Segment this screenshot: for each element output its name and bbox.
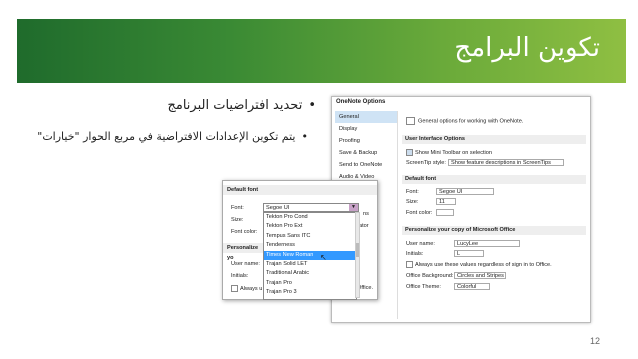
page-number: 12 (589, 336, 600, 346)
screentip-label: ScreenTip style: (406, 160, 446, 166)
mini-toolbar-option[interactable]: Show Mini Toolbar on selection (406, 149, 492, 156)
slide-title: تكوين البرامج (454, 33, 600, 63)
dialog-title: OneNote Options (336, 99, 386, 105)
font-value: Segoe UI (439, 189, 463, 195)
popup-initials-label: Initials: (231, 273, 249, 279)
popup-font-label: Font: (231, 205, 244, 211)
size-select[interactable]: 11 (436, 198, 456, 205)
sidebar-item-send-to-onenote[interactable]: Send to OneNote (335, 159, 397, 171)
theme-select[interactable]: Colorful (454, 283, 490, 290)
background-select[interactable]: Circles and Stripes (454, 272, 506, 279)
font-option[interactable]: Trajan Pro 3 (264, 288, 356, 297)
popup-always-label: Always u (240, 285, 263, 292)
font-color-button[interactable] (436, 209, 454, 216)
dropdown-scrollbar[interactable] (355, 212, 360, 298)
initials-input[interactable]: L (454, 250, 484, 257)
font-option[interactable]: Traditional Arabic (264, 269, 356, 278)
bullet-dot-icon: • (308, 98, 316, 113)
popup-always-checkbox[interactable] (231, 285, 238, 292)
settings-icon (406, 117, 415, 125)
always-use-option[interactable]: Always use these values regardless of si… (406, 261, 552, 268)
size-label: Size: (406, 199, 419, 205)
title-banner: تكوين البرامج (17, 19, 626, 83)
sidebar-item-general[interactable]: General (335, 111, 397, 123)
font-dropdown-list: Tekton Pro Cond Tekton Pro Ext Tempus Sa… (263, 212, 357, 300)
popup-personalize-header: Personalize yo (223, 243, 263, 261)
popup-default-font-header: Default font (223, 185, 377, 195)
always-use-label: Always use these values regardless of si… (415, 261, 552, 268)
theme-label: Office Theme: (406, 284, 441, 290)
popup-font-value: Segoe UI (266, 205, 290, 211)
bullet-1-text: تحديد افتراضيات البرنامج (167, 98, 303, 113)
popup-always-option[interactable]: Always u (231, 285, 262, 292)
background-label: Office Background: (406, 273, 454, 279)
screentip-value: Show feature descriptions in ScreenTips (451, 160, 551, 166)
initials-label: Initials: (406, 251, 424, 257)
popup-font-color-label: Font color: (231, 229, 258, 235)
font-option[interactable]: Tekton Pro Ext (264, 222, 356, 231)
options-main: General options for working with OneNote… (402, 111, 586, 319)
chevron-down-icon[interactable]: ▼ (349, 204, 358, 211)
mini-toolbar-checkbox[interactable] (406, 149, 413, 156)
personalize-header: Personalize your copy of Microsoft Offic… (402, 226, 586, 235)
theme-value: Colorful (457, 284, 477, 290)
bullet-dot-icon: • (301, 130, 309, 143)
bullet-1: • تحديد افتراضيات البرنامج (167, 98, 316, 113)
intro-text: General options for working with OneNote… (418, 118, 524, 125)
sidebar-item-save-backup[interactable]: Save & Backup (335, 147, 397, 159)
partial-text-2: ator (359, 223, 369, 229)
font-label: Font: (406, 189, 419, 195)
slide: تكوين البرامج •تحديد افتراضيات البرنامج … (0, 0, 638, 359)
bullet-2-text: يتم تكوين الإعدادات الافتراضية في مربع ا… (37, 130, 296, 143)
popup-font-select[interactable]: Segoe UI ▼ (263, 203, 359, 212)
font-option[interactable]: Tenderness (264, 241, 356, 250)
background-value: Circles and Stripes (457, 273, 504, 279)
general-intro: General options for working with OneNote… (406, 117, 523, 125)
ui-options-header: User Interface Options (402, 135, 586, 144)
popup-username-label: User name: (231, 261, 260, 267)
username-input[interactable]: LucyLee (454, 240, 520, 247)
default-font-header: Default font (402, 175, 586, 184)
mini-toolbar-label: Show Mini Toolbar on selection (415, 149, 493, 156)
font-dropdown-popup: Default font Font: Segoe UI ▼ Size: Font … (222, 180, 378, 300)
username-value: LucyLee (457, 241, 479, 247)
bullet-2: • يتم تكوين الإعدادات الافتراضية في مربع … (37, 130, 308, 143)
scrollbar-thumb[interactable] (356, 243, 359, 257)
size-value: 11 (439, 199, 445, 205)
font-option-selected[interactable]: Times New Roman (264, 250, 356, 260)
popup-size-label: Size: (231, 217, 244, 223)
font-color-label: Font color: (406, 210, 433, 216)
partial-text-1: ns (363, 211, 369, 217)
screentip-select[interactable]: Show feature descriptions in ScreenTips (448, 159, 564, 166)
sidebar-item-proofing[interactable]: Proofing (335, 135, 397, 147)
username-label: User name: (406, 241, 435, 247)
mouse-pointer-icon: ↖ (320, 253, 327, 262)
font-option[interactable]: Trajan Pro (264, 279, 356, 288)
sidebar-item-display[interactable]: Display (335, 123, 397, 135)
font-option[interactable]: Tekton Pro Cond (264, 213, 356, 222)
font-option[interactable]: Trajan Solid LET (264, 260, 356, 269)
font-option[interactable]: Tempus Sans ITC (264, 232, 356, 241)
font-select[interactable]: Segoe UI (436, 188, 494, 195)
always-use-checkbox[interactable] (406, 261, 413, 268)
initials-value: L (457, 251, 461, 257)
